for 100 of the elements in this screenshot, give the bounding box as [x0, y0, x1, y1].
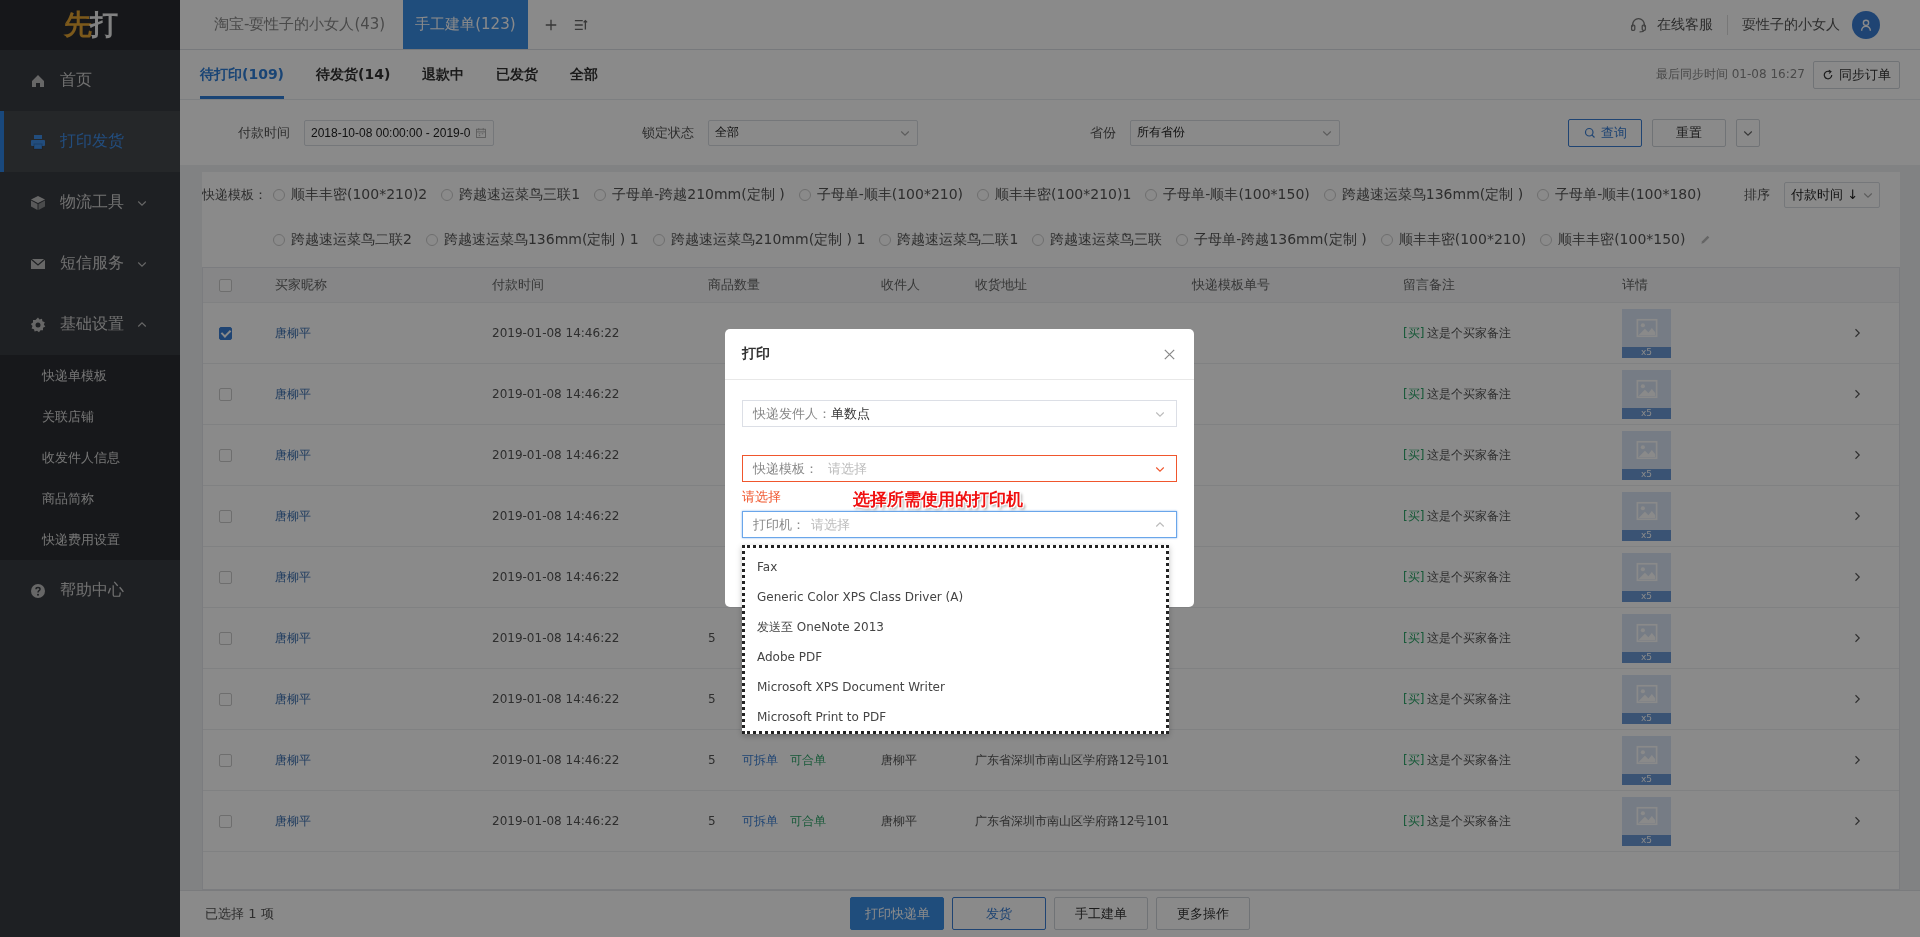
select-field[interactable]: 全部 — [708, 119, 918, 146]
status-tab[interactable]: 退款中 — [422, 50, 465, 99]
row-checkbox[interactable] — [219, 448, 232, 462]
search-button[interactable]: 查询 — [1568, 118, 1642, 147]
product-thumbnail[interactable]: x5 — [1622, 674, 1671, 724]
status-tab[interactable]: 全部 — [570, 50, 599, 99]
dropdown-option[interactable]: Fax — [757, 552, 1166, 582]
sidebar-item[interactable]: 基础设置 — [0, 294, 180, 355]
product-thumbnail[interactable]: x5 — [1622, 308, 1671, 358]
row-checkbox[interactable] — [219, 753, 232, 767]
quantity: 5 — [708, 814, 716, 828]
address: 广东省深圳市南山区学府路12号101 — [975, 812, 1170, 830]
printer-icon — [30, 133, 46, 150]
product-thumbnail[interactable]: x5 — [1622, 552, 1671, 602]
sort-lines-icon[interactable] — [573, 17, 588, 32]
radio-option[interactable]: 顺丰丰密(100*210)1 — [977, 172, 1132, 217]
sidebar-item[interactable]: 短信服务 — [0, 233, 180, 294]
user-icon — [1859, 17, 1873, 32]
thumbnail-count: x5 — [1622, 468, 1671, 480]
split-order-link[interactable]: 可拆单 — [741, 751, 778, 769]
radio-option[interactable]: 顺丰丰密(100*210)2 — [273, 172, 428, 217]
select-field[interactable]: 打印机： 请选择 — [742, 511, 1177, 538]
action-button[interactable]: 手工建单 — [1054, 897, 1148, 930]
dropdown-option[interactable]: Microsoft Print to PDF — [757, 702, 1166, 732]
sidebar-item[interactable]: 首页 — [0, 50, 180, 111]
select-all-checkbox[interactable] — [219, 278, 232, 292]
sidebar-item[interactable]: 帮助中心 — [0, 560, 180, 621]
split-order-link[interactable]: 可拆单 — [741, 812, 778, 830]
radio-option[interactable]: 跨越速运菜鸟二联2 — [273, 217, 412, 262]
sidebar-item[interactable]: 物流工具 — [0, 172, 180, 233]
buyer-tag: [买] — [1403, 812, 1425, 830]
column-header: 收件人 — [881, 276, 920, 294]
dropdown-option[interactable]: Microsoft XPS Document Writer — [757, 672, 1166, 702]
submenu-item[interactable]: 商品简称 — [0, 478, 180, 519]
date-range-field[interactable]: 2018-10-08 00:00:00 - 2019-0 — [304, 119, 494, 146]
status-tab[interactable]: 待发货(14) — [316, 50, 391, 99]
row-checkbox[interactable] — [219, 509, 232, 523]
radio-option[interactable]: 顺丰丰密(100*210) — [1380, 217, 1527, 262]
radio-option[interactable]: 子母单-顺丰(100*180) — [1537, 172, 1702, 217]
buyer-tag: [买] — [1403, 324, 1425, 342]
product-thumbnail[interactable]: x5 — [1622, 613, 1671, 663]
radio-option[interactable]: 跨越速运菜鸟136mm(定制 ) 1 — [425, 217, 639, 262]
row-checkbox[interactable] — [219, 570, 232, 584]
radio-option[interactable]: 跨越速运菜鸟三联 — [1032, 217, 1163, 262]
column-header: 收货地址 — [975, 276, 1027, 294]
action-button[interactable]: 打印快递单 — [850, 897, 944, 930]
reset-button[interactable]: 重置 — [1652, 118, 1726, 147]
row-checkbox[interactable] — [219, 692, 232, 706]
annotation-text: 选择所需使用的打印机 — [853, 488, 1023, 511]
row-checkbox[interactable] — [219, 631, 232, 645]
radio-option[interactable]: 子母单-顺丰(100*210) — [798, 172, 964, 217]
avatar[interactable] — [1852, 10, 1880, 39]
merge-order-link[interactable]: 可合单 — [789, 751, 826, 769]
submenu-item[interactable]: 快递费用设置 — [0, 519, 180, 560]
radio-option[interactable]: 顺丰丰密(100*150) — [1540, 217, 1686, 262]
radio-option[interactable]: 跨越速运菜鸟三联1 — [441, 172, 581, 217]
select-field[interactable]: 所有省份 — [1130, 119, 1340, 146]
select-field[interactable]: 快递模板： 请选择 — [742, 455, 1177, 482]
radio-option[interactable]: 跨越速运菜鸟210mm(定制 ) 1 — [652, 217, 866, 262]
row-checkbox[interactable] — [219, 387, 232, 401]
radio-option[interactable]: 子母单-跨越210mm(定制 ) — [594, 172, 785, 217]
buyer-nickname: 唐柳平 — [275, 690, 311, 708]
pencil-icon[interactable] — [1699, 234, 1711, 245]
product-thumbnail[interactable]: x5 — [1622, 796, 1671, 846]
dropdown-option[interactable]: Adobe PDF — [757, 642, 1166, 672]
plus-icon[interactable] — [543, 17, 558, 32]
buyer-nickname: 唐柳平 — [275, 568, 311, 586]
radio-option[interactable]: 跨越速运菜鸟136mm(定制 ) — [1323, 172, 1524, 217]
user-name[interactable]: 耍性子的小女人 — [1742, 15, 1840, 34]
shop-tab[interactable]: 淘宝-耍性子的小女人(43) — [202, 0, 398, 49]
dropdown-option[interactable]: Generic Color XPS Class Driver (A) — [757, 582, 1166, 612]
product-thumbnail[interactable]: x5 — [1622, 491, 1671, 541]
submenu-item[interactable]: 关联店铺 — [0, 396, 180, 437]
product-thumbnail[interactable]: x5 — [1622, 369, 1671, 419]
sync-button[interactable]: 同步订单 — [1813, 60, 1900, 89]
buyer-tag: [买] — [1403, 446, 1425, 464]
row-checkbox[interactable] — [219, 326, 232, 340]
row-checkbox[interactable] — [219, 814, 232, 828]
submenu-item[interactable]: 快递单模板 — [0, 355, 180, 396]
service-link[interactable]: 在线客服 — [1657, 15, 1713, 34]
expand-button[interactable] — [1736, 118, 1760, 147]
shop-tab[interactable]: 手工建单(123) — [403, 0, 528, 49]
radio-option[interactable]: 跨越速运菜鸟二联1 — [879, 217, 1019, 262]
headset-icon[interactable] — [1630, 16, 1647, 33]
product-thumbnail[interactable]: x5 — [1622, 430, 1671, 480]
submenu-item[interactable]: 收发件人信息 — [0, 437, 180, 478]
action-button[interactable]: 发货 — [952, 897, 1046, 930]
column-header: 详情 — [1622, 276, 1648, 294]
status-tab[interactable]: 已发货 — [496, 50, 539, 99]
payment-time: 2019-01-08 14:46:22 — [492, 570, 620, 584]
radio-option[interactable]: 子母单-跨越136mm(定制 ) — [1176, 217, 1367, 262]
sort-select[interactable]: 付款时间 ↓ — [1784, 181, 1880, 208]
product-thumbnail[interactable]: x5 — [1622, 735, 1671, 785]
merge-order-link[interactable]: 可合单 — [789, 812, 826, 830]
buyer-nickname: 唐柳平 — [275, 629, 311, 647]
action-button[interactable]: 更多操作 — [1156, 897, 1250, 930]
radio-option[interactable]: 子母单-顺丰(100*150) — [1145, 172, 1310, 217]
select-field[interactable]: 快递发件人：单数点 — [742, 400, 1177, 427]
dropdown-option[interactable]: 发送至 OneNote 2013 — [757, 612, 1166, 642]
payment-time: 2019-01-08 14:46:22 — [492, 814, 620, 828]
